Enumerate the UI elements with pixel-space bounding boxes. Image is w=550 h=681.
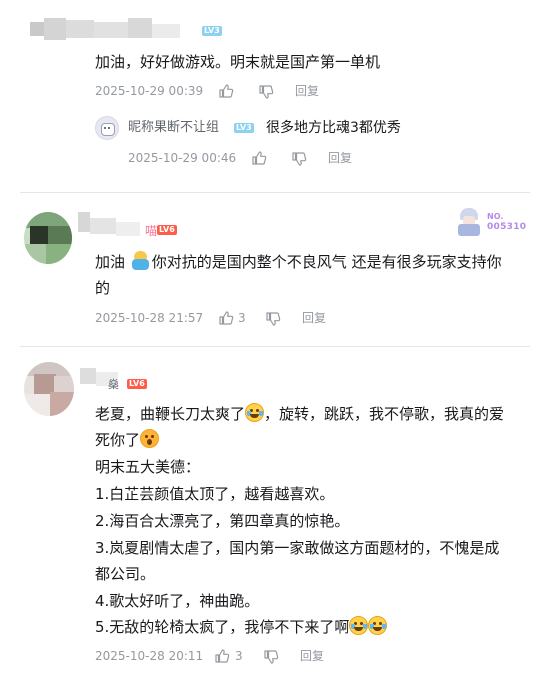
username-blurred[interactable]	[30, 18, 200, 40]
thumb-up-icon[interactable]	[218, 83, 234, 99]
reply-button[interactable]: 回复	[300, 648, 324, 664]
avatar[interactable]	[24, 212, 72, 264]
comment-text: 加油，好好做游戏。明末就是国产第一单机	[95, 53, 381, 71]
username-blurred[interactable]	[80, 366, 126, 392]
comment-text: 老夏，曲鞭长刀太爽了	[95, 405, 246, 423]
comment-text: 死你了	[95, 431, 141, 449]
comment-text-line2: 的	[95, 279, 111, 297]
fan-badge-label: NO.	[487, 212, 504, 221]
level-badge: LV6	[127, 379, 147, 389]
surprised-emoji-icon	[140, 429, 160, 448]
comment-line-4: 1.白芷芸颜值太顶了，越看越喜欢。	[95, 485, 335, 503]
thumb-up-icon[interactable]	[251, 150, 267, 166]
thumb-down-icon[interactable]	[263, 649, 279, 665]
reply-button[interactable]: 回复	[328, 150, 352, 166]
fan-badge-avatar	[456, 208, 482, 236]
laugh-cry-emoji-icon	[349, 616, 369, 635]
thumb-down-icon[interactable]	[291, 151, 307, 167]
comment-line-5: 2.海百合太漂亮了，第四章真的惊艳。	[95, 512, 350, 530]
reply-username[interactable]: 昵称果断不让组	[128, 120, 219, 136]
reply-avatar[interactable]	[95, 116, 119, 140]
comment-line-1: 老夏，曲鞭长刀太爽了 ，旋转，跳跃，我不停歌，我真的爱	[95, 402, 504, 427]
sticker-icon	[130, 251, 152, 271]
level-badge: LV6	[157, 225, 177, 235]
comment-text: 加油 你对抗的是国内整个不良风气 还是有很多玩家支持你	[95, 250, 525, 275]
thumb-down-icon[interactable]	[265, 311, 281, 327]
thumb-down-icon[interactable]	[258, 84, 274, 100]
comment-line-2: 死你了	[95, 428, 160, 453]
username[interactable]: 燊	[108, 376, 119, 392]
comment-text-start: 加油	[95, 253, 126, 271]
reply-time: 2025-10-29 00:46	[128, 151, 237, 165]
comment-line-6: 3.岚夏剧情太虐了，国内第一家敢做这方面题材的，不愧是成	[95, 539, 500, 557]
level-badge: LV3	[202, 26, 222, 36]
comment-line-9: 5.无敌的轮椅太疯了，我停不下来了啊	[95, 615, 388, 640]
comment-text: 5.无敌的轮椅太疯了，我停不下来了啊	[95, 618, 350, 636]
comment-time: 2025-10-29 00:39	[95, 84, 204, 98]
reply-button[interactable]: 回复	[302, 310, 326, 326]
username-blurred[interactable]	[78, 212, 148, 242]
fan-badge-number: 005310	[487, 222, 527, 232]
comment-text: ，旋转，跳跃，我不停歌，我真的爱	[264, 405, 505, 423]
comment-line-7: 都公司。	[95, 565, 156, 583]
comment-text-rest: 你对抗的是国内整个不良风气 还是有很多玩家支持你	[151, 253, 502, 271]
laugh-cry-emoji-icon	[245, 403, 265, 422]
username[interactable]: 喵	[145, 222, 157, 239]
reply-text: 很多地方比魂3都优秀	[266, 120, 401, 136]
thumb-up-icon[interactable]	[218, 310, 234, 326]
like-count: 3	[238, 311, 246, 325]
avatar[interactable]	[24, 362, 74, 416]
level-badge: LV3	[234, 123, 254, 133]
comment-time: 2025-10-28 21:57	[95, 311, 204, 325]
like-count: 3	[235, 649, 243, 663]
laugh-cry-emoji-icon	[368, 616, 388, 635]
comment-line-8: 4.歌太好听了，神曲跪。	[95, 592, 260, 610]
divider	[20, 346, 530, 347]
reply-button[interactable]: 回复	[295, 83, 319, 99]
divider	[20, 192, 530, 193]
comment-line-3: 明末五大美德：	[95, 458, 201, 476]
comment-time: 2025-10-28 20:11	[95, 649, 204, 663]
thumb-up-icon[interactable]	[214, 648, 230, 664]
